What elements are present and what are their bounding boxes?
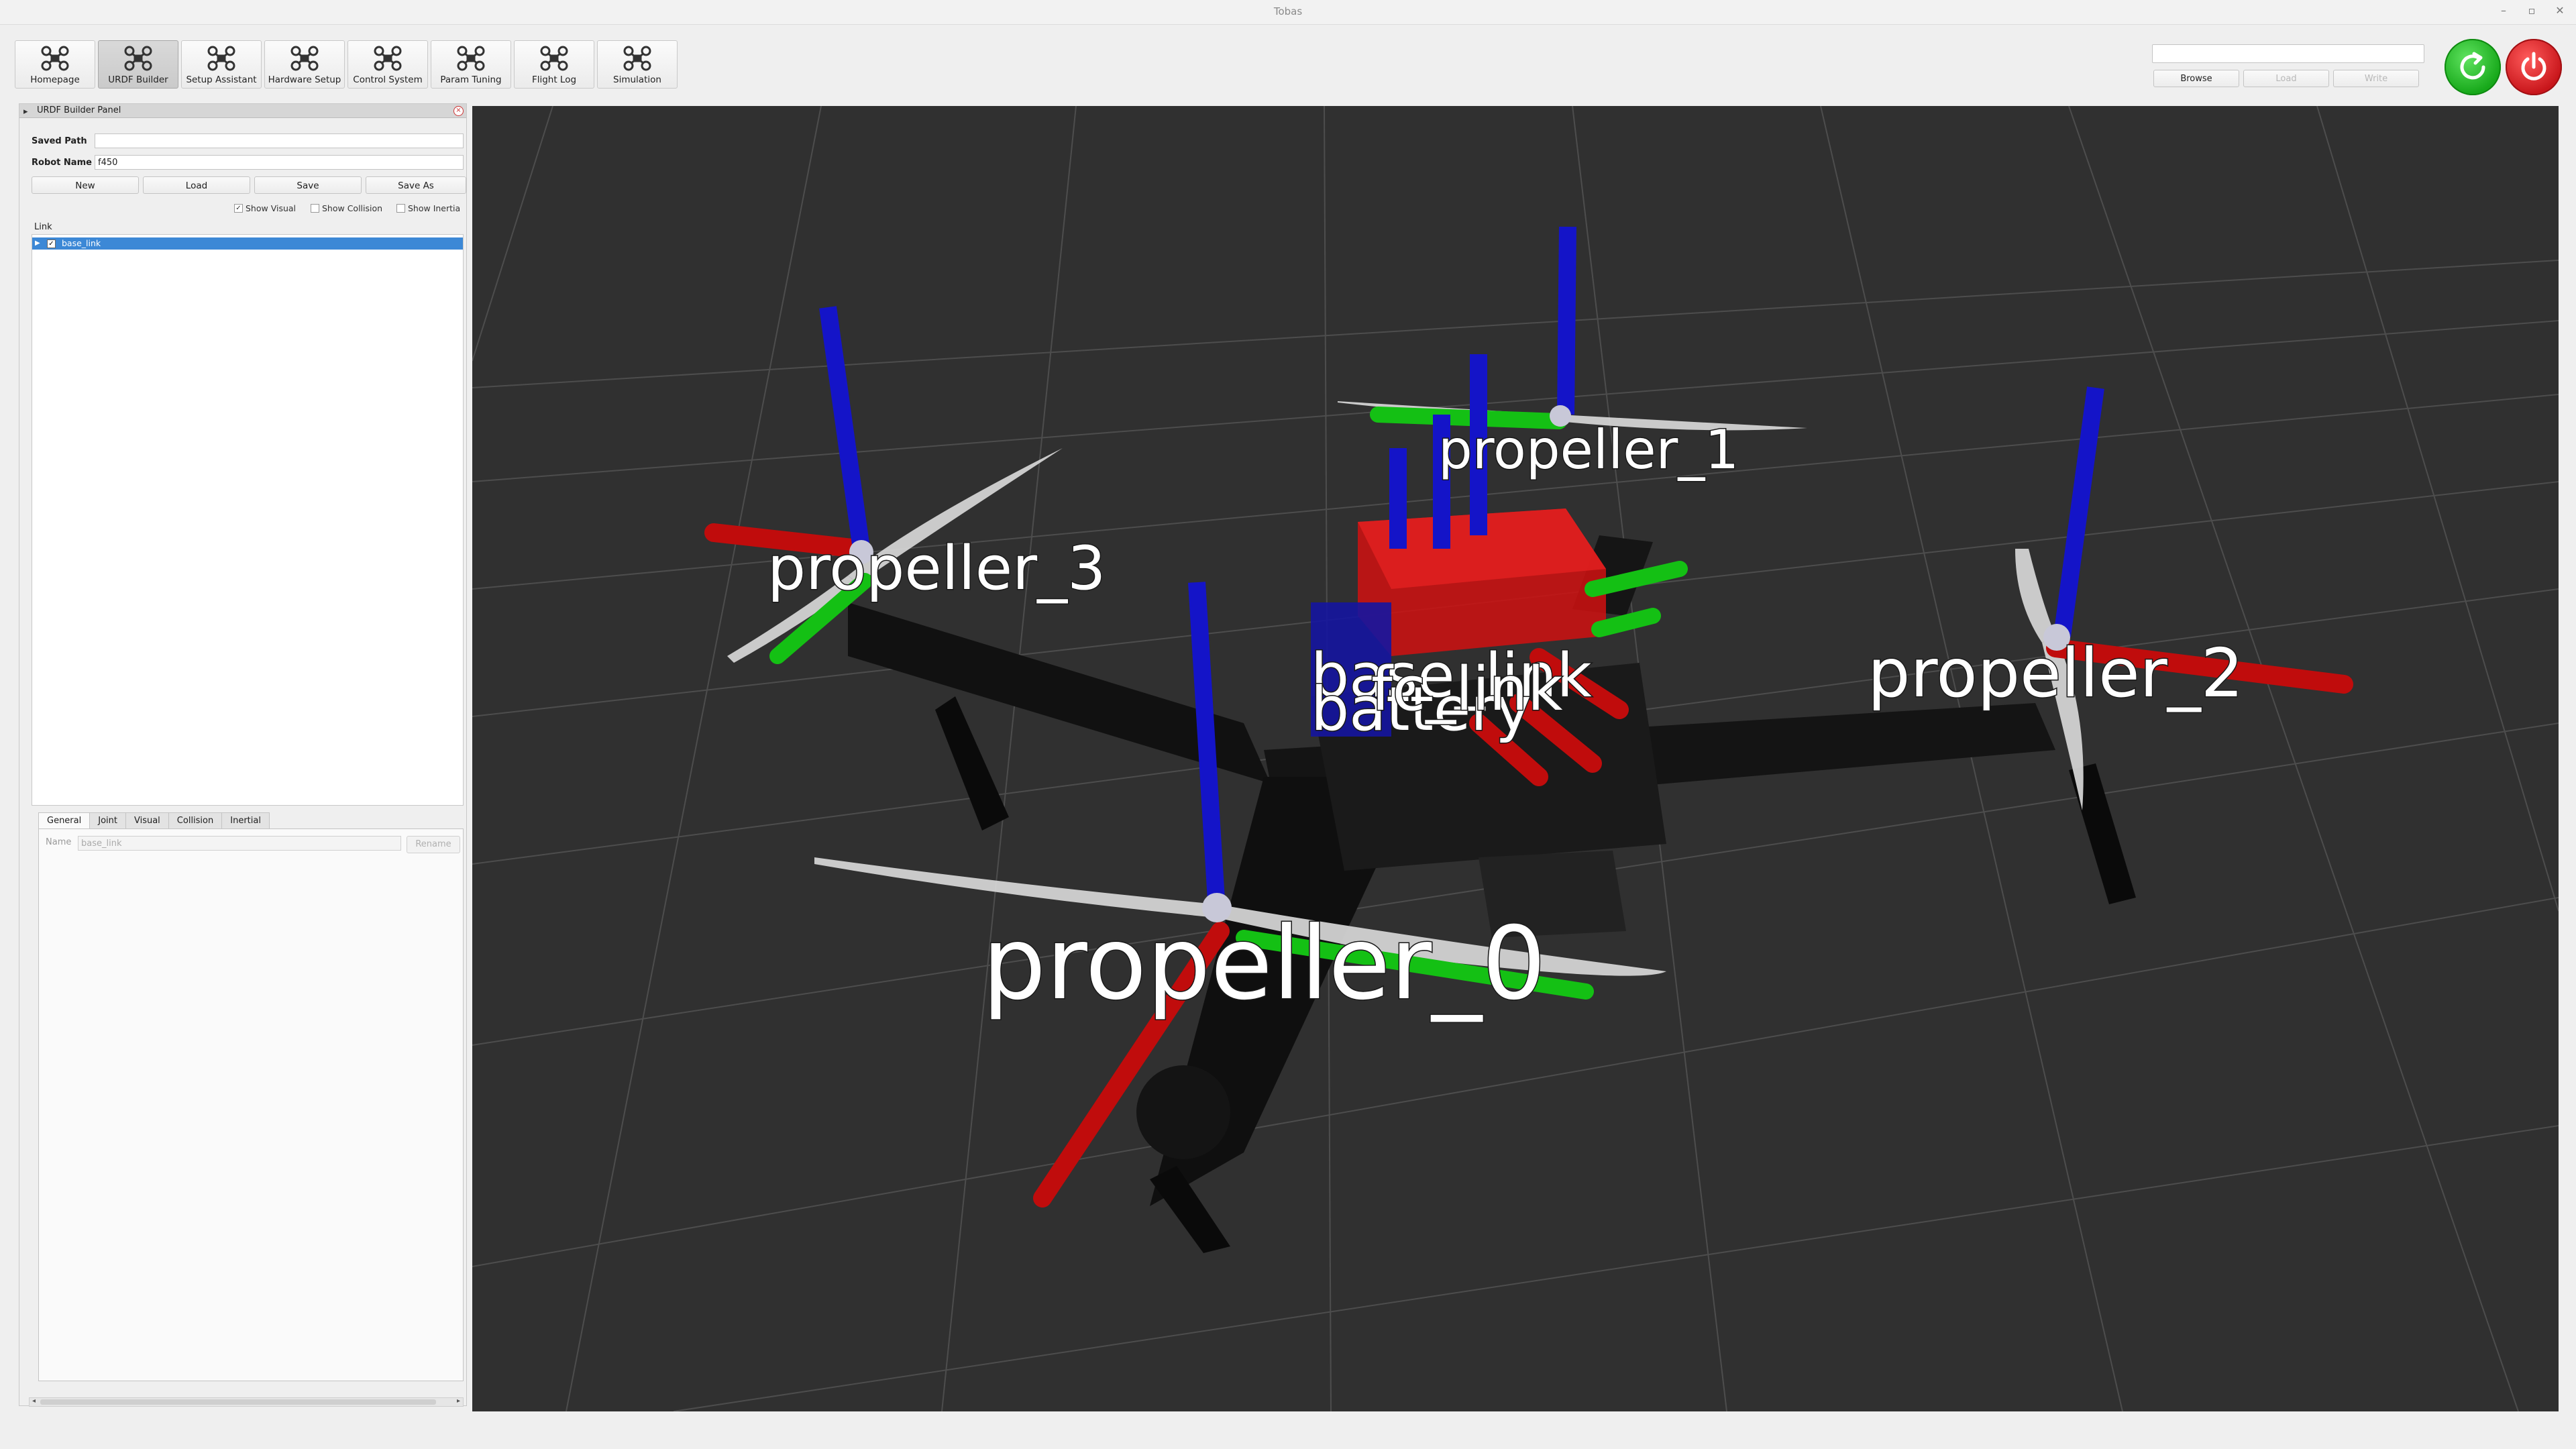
toolbar-simulation-button[interactable]: Simulation <box>597 40 678 89</box>
urdf-builder-panel: ▸ URDF Builder Panel × Saved Path Robot … <box>19 103 467 1407</box>
tree-item-base-link[interactable]: ▶ ✓ base_link <box>32 237 463 250</box>
toolbar-label: Setup Assistant <box>186 74 257 85</box>
tab-collision[interactable]: Collision <box>168 812 223 829</box>
window-controls: – ▫ ✕ <box>2497 4 2567 17</box>
show-visual-label: Show Visual <box>246 203 297 213</box>
main-toolbar: Homepage URDF Builder Setup Assistant Ha… <box>15 40 678 89</box>
3d-viewport[interactable]: propeller_0 propeller_1 propeller_2 prop… <box>472 106 2559 1411</box>
saved-path-label: Saved Path <box>32 136 87 146</box>
robot-name-field[interactable]: f450 <box>95 155 464 170</box>
write-params-button[interactable]: Write <box>2333 70 2419 87</box>
label-propeller-2: propeller_2 <box>1868 634 2243 712</box>
saved-path-field[interactable] <box>95 133 464 148</box>
scene-canvas: propeller_0 propeller_1 propeller_2 prop… <box>472 106 2559 1411</box>
toolbar-param-tuning-button[interactable]: Param Tuning <box>431 40 511 89</box>
close-icon[interactable]: ✕ <box>2553 4 2567 17</box>
close-panel-icon[interactable]: × <box>453 106 464 116</box>
toolbar-control-system-button[interactable]: Control System <box>347 40 428 89</box>
load-params-button[interactable]: Load <box>2243 70 2329 87</box>
window-title: Tobas <box>1273 5 1303 17</box>
tab-joint[interactable]: Joint <box>89 812 126 829</box>
drone-icon <box>374 46 402 71</box>
toolbar-label: Control System <box>353 74 423 85</box>
drone-icon <box>623 46 651 71</box>
toolbar-label: Flight Log <box>531 74 577 85</box>
load-button[interactable]: Load <box>143 176 250 194</box>
drone-icon <box>41 46 69 71</box>
params-path-input[interactable] <box>2152 44 2424 63</box>
collapse-arrow-icon[interactable]: ▸ <box>23 105 28 119</box>
show-visual-checkbox[interactable]: ✓ Show Visual <box>234 203 296 213</box>
minimize-icon[interactable]: – <box>2497 4 2510 17</box>
panel-header: ▸ URDF Builder Panel × <box>19 104 466 118</box>
browse-button[interactable]: Browse <box>2153 70 2239 87</box>
tab-inertial[interactable]: Inertial <box>221 812 270 829</box>
title-bar: Tobas – ▫ ✕ <box>0 0 2576 25</box>
drone-icon <box>290 46 319 71</box>
drone-icon <box>540 46 568 71</box>
tree-item-label: base_link <box>62 238 101 248</box>
scroll-right-icon[interactable]: ▸ <box>457 1397 460 1405</box>
power-icon <box>2521 52 2546 80</box>
toolbar-setup-assistant-button[interactable]: Setup Assistant <box>181 40 262 89</box>
toolbar-label: Homepage <box>30 74 80 85</box>
tab-general[interactable]: General <box>38 812 91 829</box>
toolbar-label: Hardware Setup <box>268 74 341 85</box>
toolbar-hardware-setup-button[interactable]: Hardware Setup <box>264 40 345 89</box>
name-label: Name <box>46 837 72 847</box>
rename-button[interactable]: Rename <box>407 836 460 853</box>
toolbar-label: Simulation <box>613 74 661 85</box>
restore-icon[interactable]: ▫ <box>2525 4 2538 17</box>
link-name-field[interactable]: base_link <box>78 836 401 851</box>
show-inertia-label: Show Inertia <box>408 203 461 213</box>
checkbox-unchecked-icon <box>396 204 405 213</box>
checkbox-checked-icon: ✓ <box>234 204 243 213</box>
drone-icon <box>207 46 235 71</box>
new-button[interactable]: New <box>32 176 139 194</box>
scrollbar-thumb[interactable] <box>40 1399 436 1405</box>
label-fc-link: fc_link <box>1371 654 1562 724</box>
link-tree-header: Link <box>34 222 52 232</box>
show-collision-checkbox[interactable]: Show Collision <box>311 203 382 213</box>
drone-icon <box>124 46 152 71</box>
label-propeller-1: propeller_1 <box>1438 419 1739 481</box>
toolbar-urdf-builder-button[interactable]: URDF Builder <box>98 40 178 89</box>
robot-name-label: Robot Name <box>32 158 92 168</box>
link-property-tabs: General Joint Visual Collision Inertial <box>38 812 270 829</box>
horizontal-scrollbar[interactable]: ◂ ▸ <box>29 1397 464 1407</box>
save-button[interactable]: Save <box>254 176 362 194</box>
scroll-left-icon[interactable]: ◂ <box>32 1397 36 1405</box>
toolbar-homepage-button[interactable]: Homepage <box>15 40 95 89</box>
checkbox-checked-icon[interactable]: ✓ <box>47 239 56 248</box>
power-button[interactable] <box>2506 39 2562 95</box>
refresh-button[interactable] <box>2445 39 2501 95</box>
tab-visual[interactable]: Visual <box>125 812 169 829</box>
panel-title: URDF Builder Panel <box>37 105 121 115</box>
label-propeller-0: propeller_0 <box>982 906 1546 1022</box>
show-collision-label: Show Collision <box>322 203 383 213</box>
toolbar-label: URDF Builder <box>108 74 168 85</box>
show-inertia-checkbox[interactable]: Show Inertia <box>396 203 464 213</box>
toolbar-label: Param Tuning <box>440 74 502 85</box>
general-tab-pane: Name base_link Rename <box>38 828 464 1381</box>
drone-icon <box>457 46 485 71</box>
link-tree[interactable]: ▶ ✓ base_link <box>32 234 464 806</box>
checkbox-unchecked-icon <box>311 204 319 213</box>
expand-arrow-icon[interactable]: ▶ <box>35 237 40 250</box>
label-propeller-3: propeller_3 <box>767 533 1106 604</box>
save-as-button[interactable]: Save As <box>366 176 466 194</box>
refresh-icon <box>2460 52 2485 80</box>
toolbar-flight-log-button[interactable]: Flight Log <box>514 40 594 89</box>
